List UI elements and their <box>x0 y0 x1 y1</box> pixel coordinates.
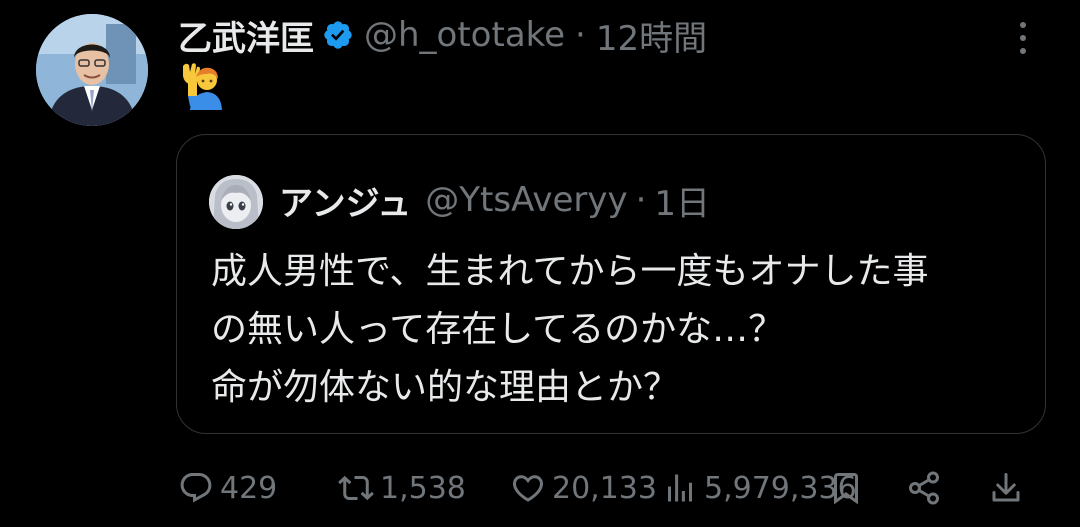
like-button[interactable]: 20,133 <box>510 462 657 514</box>
more-dot <box>1020 48 1026 54</box>
retweet-count: 1,538 <box>380 470 466 506</box>
download-button[interactable] <box>988 462 1024 514</box>
bookmark-button[interactable] <box>828 462 864 514</box>
quoted-text-line: 命が勿体ない的な理由とか？ <box>211 367 680 408</box>
quoted-tweet-timestamp[interactable]: 1日 <box>654 176 710 225</box>
quoted-author-handle[interactable]: @YtsAveryy <box>425 180 627 220</box>
verified-badge-icon <box>322 19 354 51</box>
heart-icon <box>512 475 544 502</box>
reply-count: 429 <box>220 470 278 506</box>
quoted-text-line: 成人男性で、生まれてから一度もオナした事 <box>211 251 929 292</box>
quoted-tweet-card[interactable]: アンジュ @YtsAveryy · 1日 成人男性で、生まれてから一度もオナした… <box>176 134 1046 434</box>
views-icon <box>668 474 692 502</box>
quoted-tweet-text: 成人男性で、生まれてから一度もオナした事 の無い人って存在してるのかな…？ 命が… <box>211 243 1031 417</box>
like-count: 20,133 <box>552 470 657 506</box>
tweet-timestamp[interactable]: 12時間 <box>596 11 707 60</box>
tweet-action-bar: 429 1,538 20,133 5,979,336 <box>0 462 1080 514</box>
share-button[interactable] <box>906 462 942 514</box>
tweet-body-emoji <box>180 62 224 110</box>
author-handle[interactable]: @h_ototake <box>364 15 565 55</box>
more-dot <box>1020 22 1026 28</box>
author-display-name[interactable]: 乙武洋匡 <box>178 11 314 60</box>
quoted-text-line: の無い人って存在してるのかな…？ <box>211 309 785 350</box>
more-options-icon[interactable] <box>1010 18 1036 58</box>
retweet-icon <box>338 475 374 501</box>
quoted-author-avatar[interactable] <box>209 175 263 229</box>
quoted-header-separator: · <box>635 180 647 220</box>
retweet-button[interactable]: 1,538 <box>338 462 466 514</box>
quoted-tweet-header: アンジュ @YtsAveryy · 1日 <box>279 173 710 227</box>
header-separator: · <box>575 15 586 55</box>
more-dot <box>1020 35 1026 41</box>
reply-icon <box>180 473 212 503</box>
author-avatar[interactable] <box>36 14 148 126</box>
quoted-author-display-name[interactable]: アンジュ <box>279 176 411 225</box>
download-icon <box>992 473 1020 502</box>
share-icon <box>909 471 939 505</box>
tweet-header: 乙武洋匡 @h_ototake · 12時間 <box>178 10 707 60</box>
reply-button[interactable]: 429 <box>178 462 277 514</box>
bookmark-icon <box>834 473 858 505</box>
